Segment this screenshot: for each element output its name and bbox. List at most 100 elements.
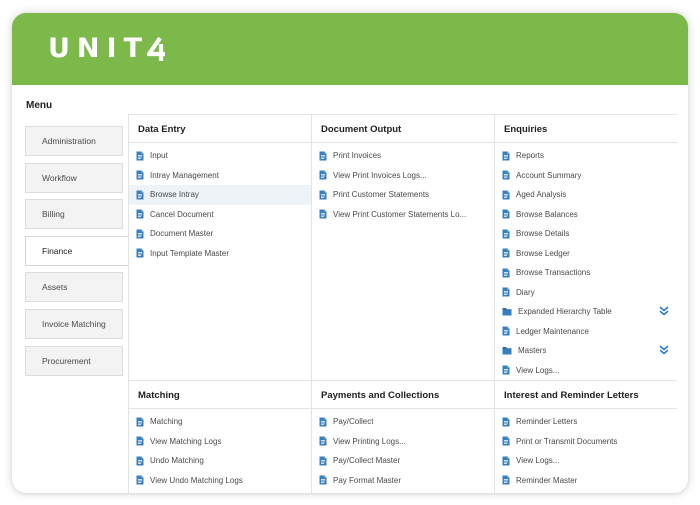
menu-item-browse-intray[interactable]: Browse Intray (129, 185, 311, 205)
menu-item-label: Input Template Master (150, 248, 230, 258)
menu-item-label: Browse Balances (516, 209, 578, 219)
menu-item-reminder-master[interactable]: Reminder Master (495, 471, 677, 491)
document-icon (136, 475, 144, 485)
menu-item-label: Print or Transmit Documents (516, 436, 618, 446)
document-icon (502, 475, 510, 485)
sidebar-item-finance[interactable]: Finance (25, 235, 129, 266)
menu-item-browse-transactions[interactable]: Browse Transactions (495, 263, 677, 283)
menu-item-view-undo-matching-logs[interactable]: View Undo Matching Logs (129, 471, 311, 491)
menu-item-label: Cancel Document (150, 209, 214, 219)
menu-item-input-template-master[interactable]: Input Template Master (129, 244, 311, 264)
document-icon (319, 190, 327, 200)
menu-item-view-print-customer-statements-lo[interactable]: View Print Customer Statements Lo... (312, 205, 494, 225)
menu-item-label: Browse Ledger (516, 248, 570, 258)
menu-item-expanded-hierarchy-table[interactable]: Expanded Hierarchy Table (495, 302, 677, 322)
menu-item-label: Ledger Maintenance (516, 326, 589, 336)
document-icon (136, 209, 144, 219)
menu-item-label: View Matching Logs (150, 436, 222, 446)
folder-icon (502, 346, 512, 355)
menu-item-label: Browse Details (516, 229, 570, 239)
menu-item-masters[interactable]: Masters (495, 341, 677, 361)
menu-item-pay-format-master[interactable]: Pay Format Master (312, 471, 494, 491)
menu-item-label: Reminder Master (516, 475, 578, 485)
document-icon (502, 287, 510, 297)
document-icon (319, 170, 327, 180)
sidebar-item-invoice-matching[interactable]: Invoice Matching (25, 308, 123, 339)
menu-item-view-logs[interactable]: View Logs... (495, 361, 677, 381)
unit4-logo: UNIT (48, 27, 167, 69)
menu-item-view-printing-logs[interactable]: View Printing Logs... (312, 432, 494, 452)
menu-item-label: View Printing Logs... (333, 436, 406, 446)
document-icon (136, 456, 144, 466)
menu-item-label: Document Master (150, 229, 214, 239)
document-icon (136, 170, 144, 180)
menu-item-pay-collect-master[interactable]: Pay/Collect Master (312, 451, 494, 471)
menu-item-browse-ledger[interactable]: Browse Ledger (495, 244, 677, 264)
app-window: UNIT Menu Administration Workflow Billin… (12, 13, 688, 493)
section-enquiries: Enquiries Reports Account Summary Aged Anal… (495, 115, 677, 381)
menu-item-intray-management[interactable]: Intray Management (129, 166, 311, 186)
logo-four-glyph (146, 37, 165, 61)
menu-item-browse-balances[interactable]: Browse Balances (495, 205, 677, 225)
sidebar-item-assets[interactable]: Assets (25, 272, 123, 303)
document-icon (502, 151, 510, 161)
menu-item-print-invoices[interactable]: Print Invoices (312, 146, 494, 166)
document-icon (502, 417, 510, 427)
section-title: Matching (129, 381, 311, 409)
menu-item-cancel-document[interactable]: Cancel Document (129, 205, 311, 225)
section-matching: Matching Matching View Matching Logs Undo M… (129, 381, 312, 493)
menu-item-label: Aged Analysis (516, 190, 567, 200)
menu-item-account-summary[interactable]: Account Summary (495, 166, 677, 186)
menu-item-print-customer-statements[interactable]: Print Customer Statements (312, 185, 494, 205)
menu-item-label: Pay Format Master (333, 475, 402, 485)
sidebar-item-label: Workflow (42, 172, 77, 183)
menu-item-label: Account Summary (516, 170, 582, 180)
menu-item-view-matching-logs[interactable]: View Matching Logs (129, 432, 311, 452)
menu-item-aged-analysis[interactable]: Aged Analysis (495, 185, 677, 205)
section-title: Interest and Reminder Letters (495, 381, 677, 409)
document-icon (502, 209, 510, 219)
document-icon (502, 326, 510, 336)
menu-item-document-master[interactable]: Document Master (129, 224, 311, 244)
menu-item-input[interactable]: Input (129, 146, 311, 166)
logo-text: UNIT (48, 33, 149, 64)
sidebar-item-billing[interactable]: Billing (25, 199, 123, 230)
sidebar-item-label: Administration (42, 136, 96, 146)
menu-item-reminder-letters[interactable]: Reminder Letters (495, 412, 677, 432)
document-icon (136, 436, 144, 446)
menu-item-matching[interactable]: Matching (129, 412, 311, 432)
sidebar-item-label: Procurement (42, 355, 91, 366)
sidebar-item-label: Invoice Matching (42, 318, 106, 329)
document-icon (502, 436, 510, 446)
sidebar-item-procurement[interactable]: Procurement (25, 345, 123, 376)
section-payments-and-collections: Payments and Collections Pay/Collect View … (312, 381, 495, 493)
menu-item-undo-matching[interactable]: Undo Matching (129, 451, 311, 471)
menu-item-label: Intray Management (150, 170, 219, 180)
menu-item-view-print-invoices-logs[interactable]: View Print Invoices Logs... (312, 166, 494, 186)
menu-item-view-logs[interactable]: View Logs... (495, 451, 677, 471)
menu-item-label: Browse Intray (150, 190, 199, 200)
section-title: Enquiries (495, 115, 677, 143)
menu-item-print-or-transmit-documents[interactable]: Print or Transmit Documents (495, 432, 677, 452)
menu-item-label: View Logs... (516, 456, 560, 466)
menu-item-ledger-maintenance[interactable]: Ledger Maintenance (495, 322, 677, 342)
menu-item-label: Reminder Letters (516, 417, 578, 427)
menu-item-label: Print Invoices (333, 151, 382, 161)
document-icon (502, 190, 510, 200)
document-icon (319, 436, 327, 446)
sidebar-item-administration[interactable]: Administration (25, 126, 123, 156)
document-icon (319, 417, 327, 427)
menu-item-label: Diary (516, 287, 535, 297)
menu-item-diary[interactable]: Diary (495, 283, 677, 303)
section-interest-and-reminder-letters: Interest and Reminder Letters Reminder Le… (495, 381, 677, 493)
menu-item-reports[interactable]: Reports (495, 146, 677, 166)
sidebar-item-label: Finance (42, 245, 73, 256)
document-icon (136, 151, 144, 161)
document-icon (502, 365, 510, 375)
menu-item-browse-details[interactable]: Browse Details (495, 224, 677, 244)
app-header: UNIT (12, 13, 688, 85)
sidebar-item-workflow[interactable]: Workflow (25, 162, 123, 193)
folder-icon (502, 307, 512, 316)
menu-item-pay-collect[interactable]: Pay/Collect (312, 412, 494, 432)
document-icon (502, 229, 510, 239)
